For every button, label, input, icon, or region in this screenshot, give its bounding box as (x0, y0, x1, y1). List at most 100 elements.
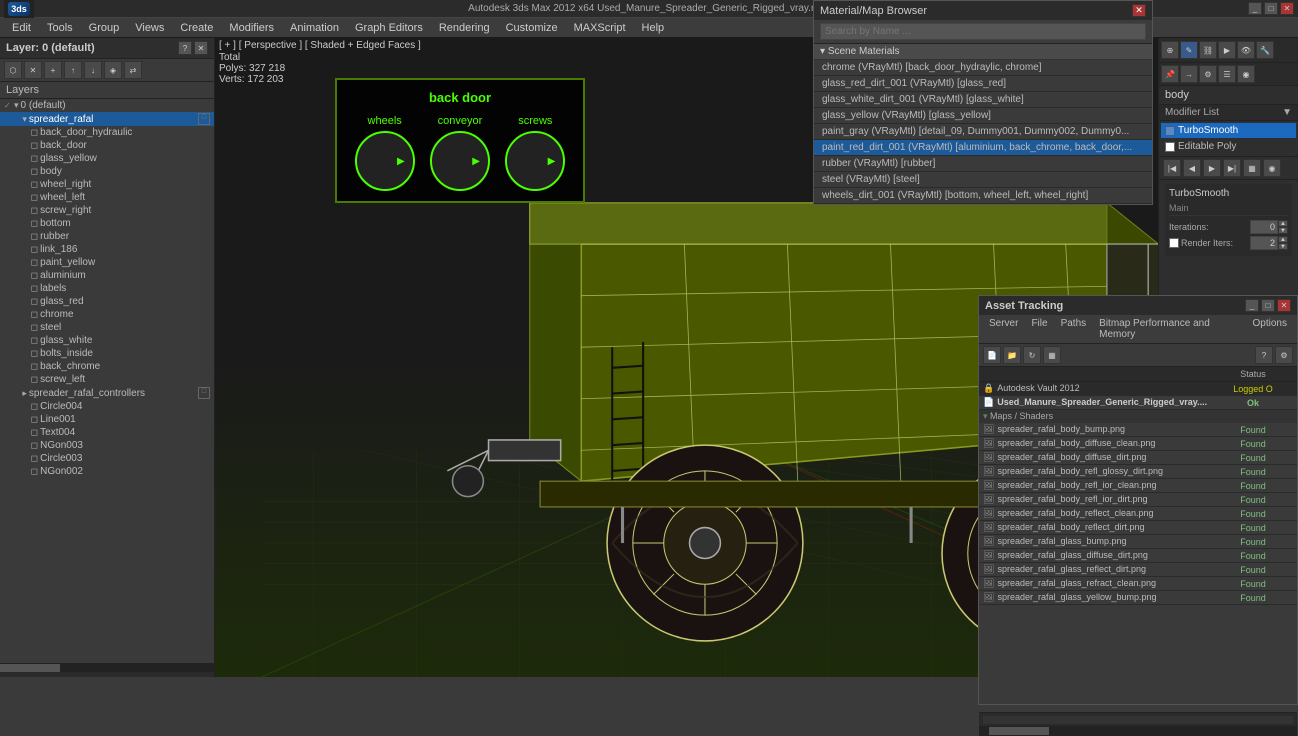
mod-pin-icon[interactable]: 📌 (1161, 65, 1179, 83)
menu-modifiers[interactable]: Modifiers (221, 21, 282, 35)
mat-circle-conveyor[interactable] (430, 131, 490, 191)
layer-tree-item-back_chrome[interactable]: ◻back_chrome (0, 360, 214, 373)
layer-tree-item-NGon003[interactable]: ◻NGon003 (0, 439, 214, 452)
menu-group[interactable]: Group (81, 21, 128, 35)
material-item-0[interactable]: chrome (VRayMtl) [back_door_hydraylic, c… (814, 60, 1152, 76)
layer-tree-item-chrome[interactable]: ◻chrome (0, 308, 214, 321)
material-item-6[interactable]: rubber (VRayMtl) [rubber] (814, 156, 1152, 172)
nav-start-icon[interactable]: |◀ (1163, 159, 1181, 177)
layer-tree-item-back_door[interactable]: ◻back_door (0, 139, 214, 152)
menu-maxscript[interactable]: MAXScript (566, 21, 634, 35)
at-row-1[interactable]: 📄Used_Manure_Spreader_Generic_Rigged_vra… (979, 396, 1297, 410)
ts-render-checkbox[interactable] (1169, 238, 1179, 248)
nav-eye2-icon[interactable]: ◉ (1263, 159, 1281, 177)
menu-animation[interactable]: Animation (282, 21, 347, 35)
layer-up-button[interactable]: ↑ (64, 61, 82, 79)
layer-tree-item-aluminium[interactable]: ◻aluminium (0, 269, 214, 282)
mod-utilities-icon[interactable]: 🔧 (1256, 41, 1274, 59)
menu-help[interactable]: Help (634, 21, 673, 35)
menu-graph-editors[interactable]: Graph Editors (347, 21, 431, 35)
asset-tracking-body[interactable]: 🔒Autodesk Vault 2012Logged O📄Used_Manure… (979, 382, 1297, 712)
at-file-icon[interactable]: 📄 (983, 346, 1001, 364)
editable-poly-item[interactable]: Editable Poly (1161, 139, 1296, 154)
at-menu-item-1[interactable]: File (1025, 317, 1053, 341)
at-row-9[interactable]: 🖼spreader_rafal_body_reflect_clean.pngFo… (979, 507, 1297, 521)
ts-iterations-arrows[interactable]: ▲ ▼ (1278, 220, 1288, 234)
ts-iterations-input[interactable] (1250, 220, 1278, 234)
minimize-button[interactable]: _ (1248, 2, 1262, 15)
at-minimize-btn[interactable]: _ (1245, 299, 1259, 312)
ts-iterations-up[interactable]: ▲ (1278, 220, 1288, 227)
material-item-2[interactable]: glass_white_dirt_001 (VRayMtl) [glass_wh… (814, 92, 1152, 108)
nav-end-icon[interactable]: ▶| (1223, 159, 1241, 177)
at-row-3[interactable]: 🖼spreader_rafal_body_bump.pngFound (979, 423, 1297, 437)
ts-iterations-spinbox[interactable]: ▲ ▼ (1250, 220, 1288, 234)
at-menu-item-3[interactable]: Bitmap Performance and Memory (1093, 317, 1245, 341)
layer-tree-item-glass_red[interactable]: ◻glass_red (0, 295, 214, 308)
at-row-14[interactable]: 🖼spreader_rafal_glass_refract_clean.pngF… (979, 577, 1297, 591)
at-scrollbar-h[interactable] (979, 726, 1297, 736)
layer-add-button[interactable]: + (44, 61, 62, 79)
at-row-13[interactable]: 🖼spreader_rafal_glass_reflect_dirt.pngFo… (979, 563, 1297, 577)
menu-rendering[interactable]: Rendering (431, 21, 498, 35)
material-item-5[interactable]: paint_red_dirt_001 (VRayMtl) [aluminium,… (814, 140, 1152, 156)
turbosmooth-item[interactable]: TurboSmooth (1161, 123, 1296, 138)
layer-tree-item-Text004[interactable]: ◻Text004 (0, 426, 214, 439)
layer-tree[interactable]: ✓▾0 (default) ▾spreader_rafal □ ◻back_do… (0, 99, 214, 663)
nav-grid-icon[interactable]: ▦ (1243, 159, 1261, 177)
ts-iterations-down[interactable]: ▼ (1278, 227, 1288, 234)
material-item-8[interactable]: wheels_dirt_001 (VRayMtl) [bottom, wheel… (814, 188, 1152, 204)
at-menu-item-2[interactable]: Paths (1055, 317, 1093, 341)
menu-tools[interactable]: Tools (39, 21, 81, 35)
layer-tree-item-NGon002[interactable]: ◻NGon002 (0, 465, 214, 478)
at-row-8[interactable]: 🖼spreader_rafal_body_refl_ior_dirt.pngFo… (979, 493, 1297, 507)
material-browser-close[interactable]: ✕ (1132, 4, 1146, 17)
layer-tree-item-Line001[interactable]: ◻Line001 (0, 413, 214, 426)
layer-tree-item-glass_white[interactable]: ◻glass_white (0, 334, 214, 347)
at-row-12[interactable]: 🖼spreader_rafal_glass_diffuse_dirt.pngFo… (979, 549, 1297, 563)
ts-render-down[interactable]: ▼ (1278, 243, 1288, 250)
at-row-7[interactable]: 🖼spreader_rafal_body_refl_ior_clean.pngF… (979, 479, 1297, 493)
layer-tree-item-bolts_inside[interactable]: ◻bolts_inside (0, 347, 214, 360)
layer-tree-item-steel[interactable]: ◻steel (0, 321, 214, 334)
menu-customize[interactable]: Customize (498, 21, 566, 35)
layer-tree-item-spreader_rafal[interactable]: ▾spreader_rafal □ (0, 112, 214, 126)
at-close-btn[interactable]: ✕ (1277, 299, 1291, 312)
layer-move-button[interactable]: ⇄ (124, 61, 142, 79)
mod-display-icon[interactable]: 👁 (1237, 41, 1255, 59)
at-row-0[interactable]: 🔒Autodesk Vault 2012Logged O (979, 382, 1297, 396)
material-item-3[interactable]: glass_yellow (VRayMtl) [glass_yellow] (814, 108, 1152, 124)
at-row-5[interactable]: 🖼spreader_rafal_body_diffuse_dirt.pngFou… (979, 451, 1297, 465)
material-search-input[interactable] (820, 23, 1146, 40)
ts-render-spinbox[interactable]: ▲ ▼ (1250, 236, 1288, 250)
layer-tree-item-0_default[interactable]: ✓▾0 (default) (0, 99, 214, 112)
menu-views[interactable]: Views (127, 21, 172, 35)
mat-circle-wheels[interactable] (355, 131, 415, 191)
mod-tools2-icon[interactable]: ⚙ (1199, 65, 1217, 83)
at-menu-item-0[interactable]: Server (983, 317, 1024, 341)
layer-select-button[interactable]: ◈ (104, 61, 122, 79)
at-row-6[interactable]: 🖼spreader_rafal_body_refl_glossy_dirt.pn… (979, 465, 1297, 479)
at-row-15[interactable]: 🖼spreader_rafal_glass_yellow_bump.pngFou… (979, 591, 1297, 605)
at-grid-icon[interactable]: ▦ (1043, 346, 1061, 364)
ts-render-up[interactable]: ▲ (1278, 236, 1288, 243)
layer-tree-item-screw_left[interactable]: ◻screw_left (0, 373, 214, 386)
mod-eye-icon[interactable]: ◉ (1237, 65, 1255, 83)
mod-list-icon[interactable]: ☰ (1218, 65, 1236, 83)
at-folder-icon[interactable]: 📁 (1003, 346, 1021, 364)
at-scrollbar-h-thumb[interactable] (989, 727, 1049, 735)
layer-tree-item-screw_right[interactable]: ◻screw_right (0, 204, 214, 217)
maximize-button[interactable]: □ (1264, 2, 1278, 15)
mod-motion-icon[interactable]: ▶ (1218, 41, 1236, 59)
material-item-7[interactable]: steel (VRayMtl) [steel] (814, 172, 1152, 188)
layer-tree-item-Circle003[interactable]: ◻Circle003 (0, 452, 214, 465)
mod-arrow-icon[interactable]: → (1180, 65, 1198, 83)
layer-tree-item-Circle004[interactable]: ◻Circle004 (0, 400, 214, 413)
layer-tree-item-wheel_right[interactable]: ◻wheel_right (0, 178, 214, 191)
layer-help-button[interactable]: ? (178, 41, 192, 55)
layer-tree-item-paint_yellow[interactable]: ◻paint_yellow (0, 256, 214, 269)
nav-next-icon[interactable]: ▶ (1203, 159, 1221, 177)
menu-edit[interactable]: Edit (4, 21, 39, 35)
layer-close-button[interactable]: ✕ (194, 41, 208, 55)
at-menu-item-4[interactable]: Options (1247, 317, 1293, 341)
